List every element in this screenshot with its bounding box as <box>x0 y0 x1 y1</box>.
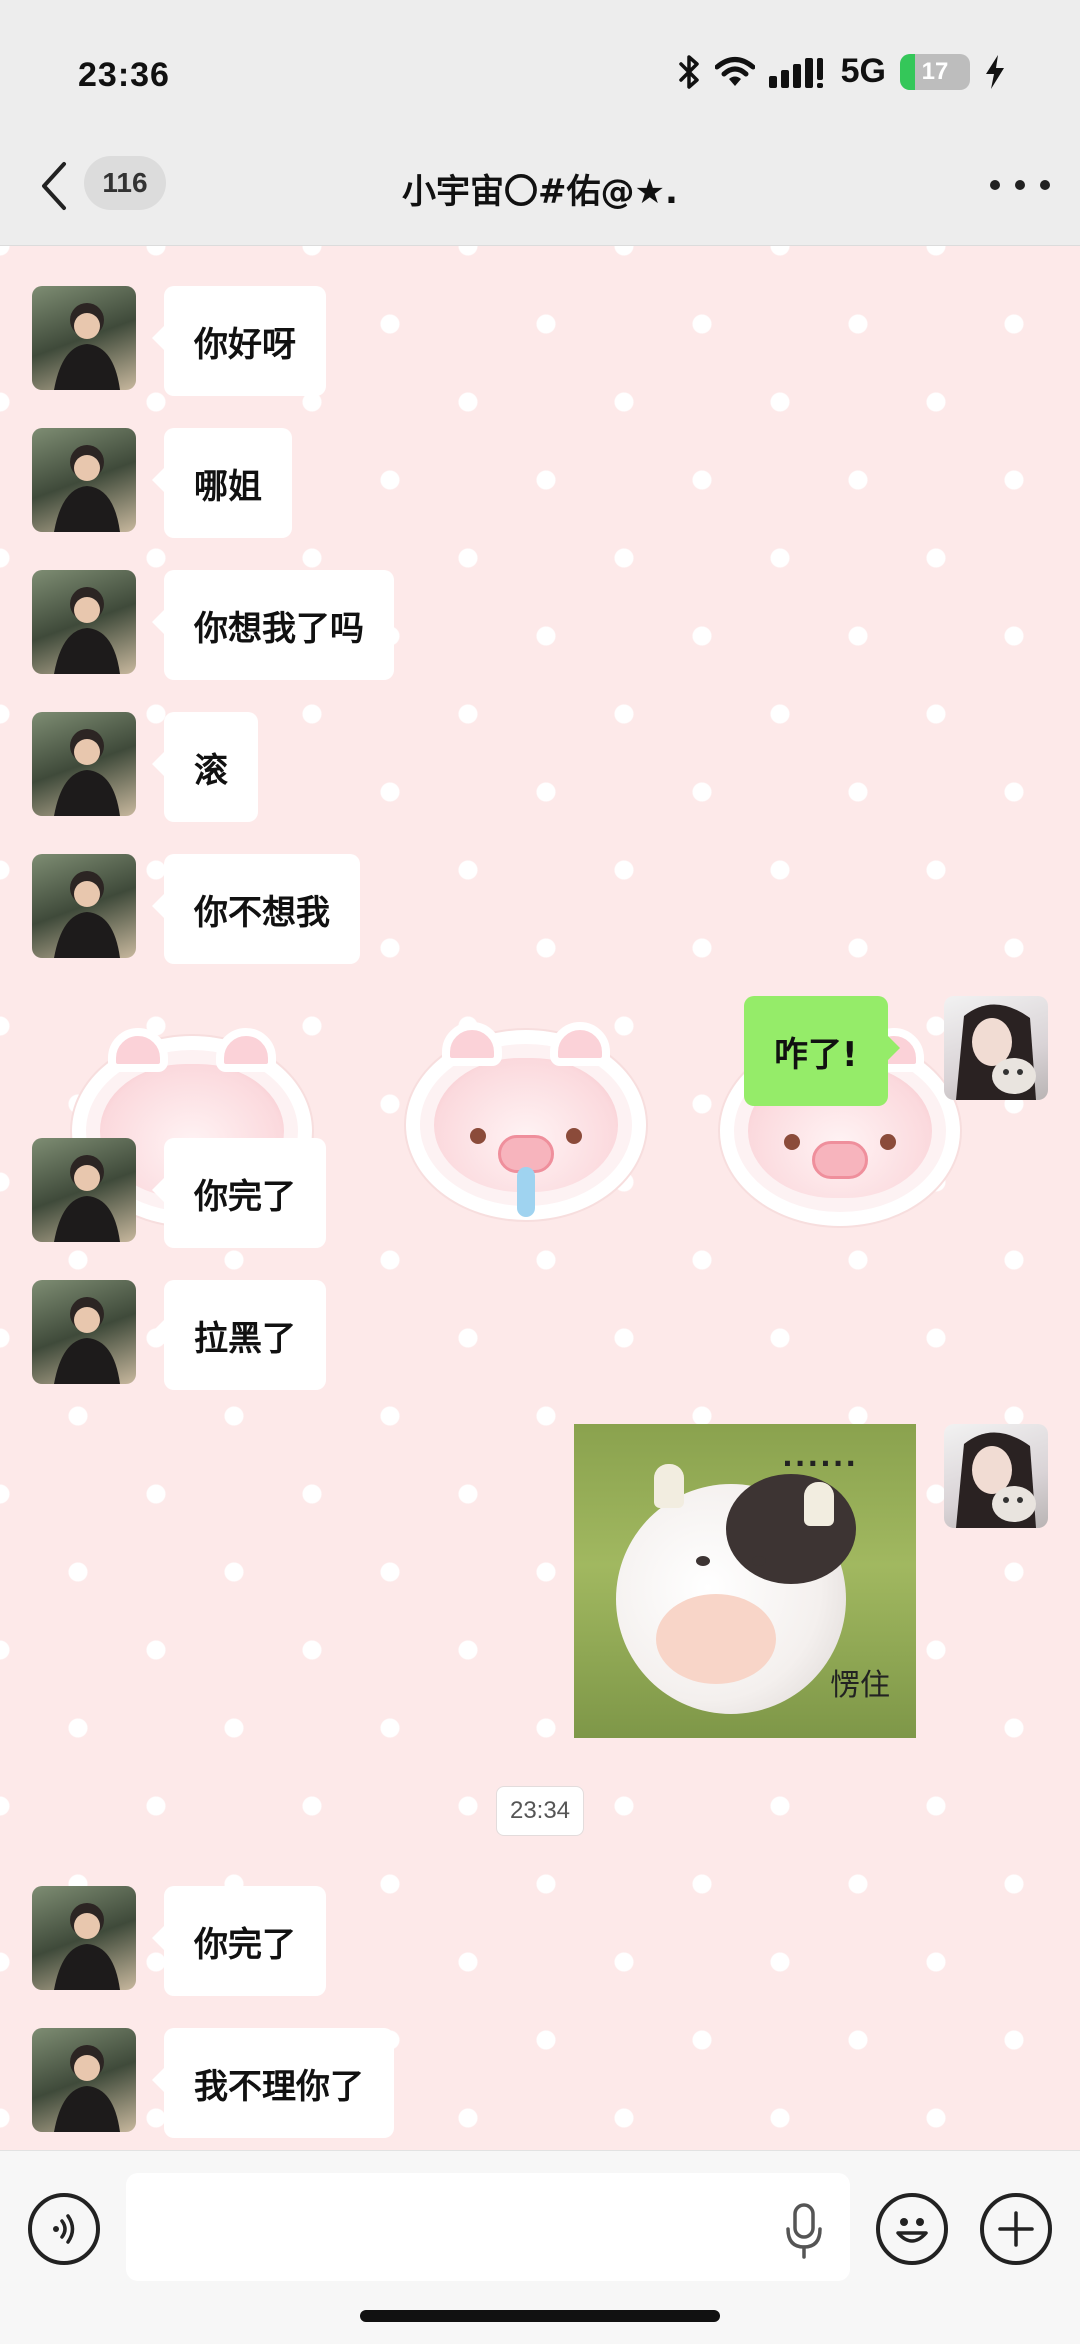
message-bubble[interactable]: 你完了 <box>152 1886 326 1996</box>
status-time: 23:36 <box>78 56 170 94</box>
contact-avatar[interactable] <box>32 428 136 532</box>
status-icons: 5G 17 <box>677 52 1006 91</box>
contact-avatar[interactable] <box>32 854 136 958</box>
chat-header: 116 小宇宙〇#佑@★. <box>0 140 1080 246</box>
message-bubble[interactable]: 你想我了吗 <box>152 570 394 680</box>
cow-sticker-message[interactable]: ...... 愣住 <box>574 1424 916 1738</box>
signal-icon <box>768 57 823 88</box>
contact-avatar[interactable] <box>32 1280 136 1384</box>
wifi-icon <box>714 56 755 86</box>
message-timestamp: 23:34 <box>496 1786 584 1836</box>
charging-icon <box>986 54 1004 89</box>
message-bubble[interactable]: 你完了 <box>152 1138 326 1248</box>
sticker-caption: 愣住 <box>830 1668 890 1703</box>
microphone-icon[interactable] <box>782 2201 826 2261</box>
sticker-dots: ...... <box>782 1440 858 1473</box>
cow-horn <box>804 1482 834 1526</box>
message-bubble[interactable]: 哪姐 <box>152 428 292 538</box>
contact-avatar[interactable] <box>32 570 136 674</box>
emoji-icon[interactable] <box>876 2193 948 2265</box>
voice-input-icon[interactable] <box>28 2193 100 2265</box>
contact-avatar[interactable] <box>32 712 136 816</box>
home-indicator[interactable] <box>360 2310 720 2322</box>
contact-avatar[interactable] <box>32 2028 136 2132</box>
contact-avatar[interactable] <box>32 1138 136 1242</box>
my-message-bubble[interactable]: 咋了! <box>744 996 899 1106</box>
message-bubble[interactable]: 滚 <box>152 712 258 822</box>
contact-avatar[interactable] <box>32 1886 136 1990</box>
battery-fill <box>900 53 916 90</box>
battery-level: 17 <box>921 57 949 85</box>
status-bar: 23:36 5G 17 <box>0 0 1080 140</box>
message-bubble[interactable]: 你不想我 <box>152 854 360 964</box>
more-dots-icon[interactable] <box>990 170 1050 200</box>
network-label: 5G <box>840 52 886 90</box>
message-input[interactable] <box>126 2173 850 2281</box>
my-avatar[interactable] <box>944 996 1048 1100</box>
pig-sticker-crying <box>406 1022 646 1220</box>
cow-horn <box>654 1464 684 1508</box>
bluetooth-icon <box>678 54 699 89</box>
my-avatar[interactable] <box>944 1424 1048 1528</box>
message-bubble[interactable]: 你好呀 <box>152 286 326 396</box>
battery-icon: 17 <box>900 53 970 90</box>
plus-icon[interactable] <box>980 2193 1052 2265</box>
message-bubble[interactable]: 我不理你了 <box>152 2028 394 2138</box>
contact-avatar[interactable] <box>32 286 136 390</box>
chat-title: 小宇宙〇#佑@★. <box>402 172 678 212</box>
message-bubble[interactable]: 拉黑了 <box>152 1280 326 1390</box>
